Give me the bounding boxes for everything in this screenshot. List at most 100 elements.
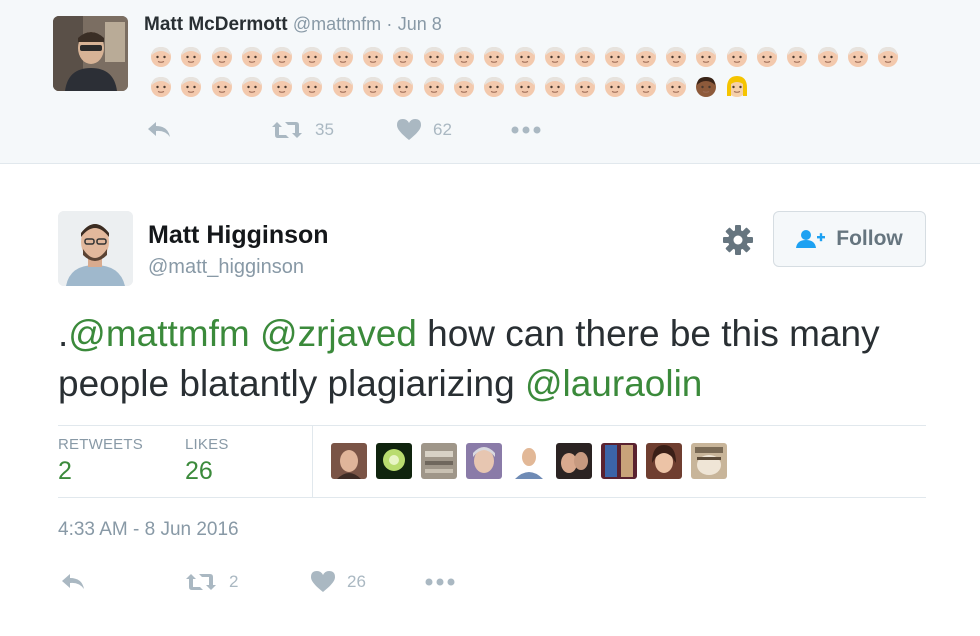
more-icon [511, 126, 541, 134]
old-person-emoji [661, 41, 691, 71]
old-person-emoji [843, 41, 873, 71]
old-person-emoji [873, 41, 903, 71]
heart-icon [397, 119, 421, 140]
more-button[interactable] [511, 126, 541, 134]
like-button[interactable]: 26 [311, 571, 425, 593]
old-person-emoji [237, 41, 267, 71]
old-person-emoji [722, 41, 752, 71]
liker-avatar[interactable] [511, 443, 547, 479]
old-person-emoji [479, 71, 509, 101]
old-person-emoji [479, 41, 509, 71]
retweets-label: RETWEETS [58, 436, 143, 453]
liker-avatar[interactable] [421, 443, 457, 479]
old-person-emoji [267, 71, 297, 101]
parent-tweet-emoji-text [146, 41, 906, 101]
likes-stat[interactable]: LIKES 26 [185, 436, 229, 486]
liker-avatar[interactable] [331, 443, 367, 479]
old-person-emoji [782, 41, 812, 71]
man-dark-skin-emoji [691, 71, 721, 101]
mention-link[interactable]: @zrjaved [260, 313, 417, 354]
old-person-emoji [388, 71, 418, 101]
old-person-emoji [449, 71, 479, 101]
old-person-emoji [600, 71, 630, 101]
like-count: 26 [347, 572, 366, 591]
retweet-icon [186, 574, 216, 590]
old-person-emoji [328, 71, 358, 101]
old-person-emoji [358, 41, 388, 71]
liker-avatar[interactable] [691, 443, 727, 479]
parent-author-name[interactable]: Matt McDermott [144, 14, 288, 35]
follow-label: Follow [836, 227, 903, 250]
old-person-emoji [176, 41, 206, 71]
mention-link[interactable]: @lauraolin [525, 363, 702, 404]
tweet-stats: RETWEETS 2 LIKES 26 [58, 425, 926, 498]
old-person-emoji [752, 41, 782, 71]
retweet-count: 35 [315, 120, 334, 139]
author-name[interactable]: Matt Higginson [148, 221, 329, 250]
old-person-emoji [631, 71, 661, 101]
parent-author-avatar[interactable] [53, 16, 128, 91]
more-icon [425, 578, 455, 586]
tweet-text-part: . [58, 313, 69, 354]
old-person-emoji [388, 41, 418, 71]
retweets-stat[interactable]: RETWEETS 2 [58, 436, 143, 486]
retweet-button[interactable]: 2 [185, 572, 311, 592]
reply-icon [62, 574, 84, 589]
follow-button[interactable]: Follow [773, 211, 926, 267]
liker-avatar[interactable] [466, 443, 502, 479]
liker-avatars [331, 443, 727, 479]
old-person-emoji [449, 41, 479, 71]
parent-author-handle[interactable]: @mattmfm [293, 14, 381, 34]
tweet-text: .@mattmfm @zrjaved how can there be this… [58, 309, 938, 409]
old-person-emoji [267, 41, 297, 71]
reply-button[interactable] [146, 120, 271, 140]
like-button[interactable]: 62 [397, 119, 511, 141]
old-person-emoji [691, 41, 721, 71]
old-person-emoji [328, 41, 358, 71]
gear-icon[interactable] [721, 223, 755, 257]
reply-icon [148, 122, 170, 137]
liker-avatar[interactable] [556, 443, 592, 479]
mention-link[interactable]: @mattmfm [68, 313, 249, 354]
old-person-emoji [570, 41, 600, 71]
tweet-timestamp[interactable]: 4:33 AM - 8 Jun 2016 [58, 519, 239, 541]
old-person-emoji [207, 41, 237, 71]
old-person-emoji [297, 71, 327, 101]
parent-date[interactable]: Jun 8 [398, 14, 442, 34]
retweets-value: 2 [58, 457, 72, 485]
old-person-emoji [419, 41, 449, 71]
parent-tweet[interactable]: Matt McDermott @mattmfm · Jun 8 35 62 [0, 0, 980, 164]
old-person-emoji [510, 41, 540, 71]
retweet-button[interactable]: 35 [271, 120, 397, 140]
old-person-emoji [237, 71, 267, 101]
old-person-emoji [661, 71, 691, 101]
tweet-actions: 2 26 [60, 571, 455, 593]
old-person-emoji [570, 71, 600, 101]
old-person-emoji [631, 41, 661, 71]
old-person-emoji [540, 41, 570, 71]
reply-button[interactable] [60, 572, 185, 592]
more-button[interactable] [425, 578, 455, 586]
add-user-icon [796, 230, 826, 248]
emoji-row [146, 41, 906, 71]
stats-divider [312, 426, 313, 497]
liker-avatar[interactable] [601, 443, 637, 479]
old-person-emoji [146, 41, 176, 71]
old-person-emoji [813, 41, 843, 71]
retweet-icon [272, 122, 302, 138]
author-handle[interactable]: @matt_higginson [148, 256, 304, 279]
like-count: 62 [433, 120, 452, 139]
old-person-emoji [419, 71, 449, 101]
liker-avatar[interactable] [376, 443, 412, 479]
parent-author-line: Matt McDermott @mattmfm · Jun 8 [144, 14, 442, 36]
likes-value: 26 [185, 457, 213, 485]
person-blond-hair-emoji [722, 71, 752, 101]
parent-actions: 35 62 [146, 119, 541, 141]
old-person-emoji [510, 71, 540, 101]
liker-avatar[interactable] [646, 443, 682, 479]
old-person-emoji [176, 71, 206, 101]
tweet-text-part [250, 313, 260, 354]
old-person-emoji [358, 71, 388, 101]
author-avatar[interactable] [58, 211, 133, 286]
old-person-emoji [146, 71, 176, 101]
